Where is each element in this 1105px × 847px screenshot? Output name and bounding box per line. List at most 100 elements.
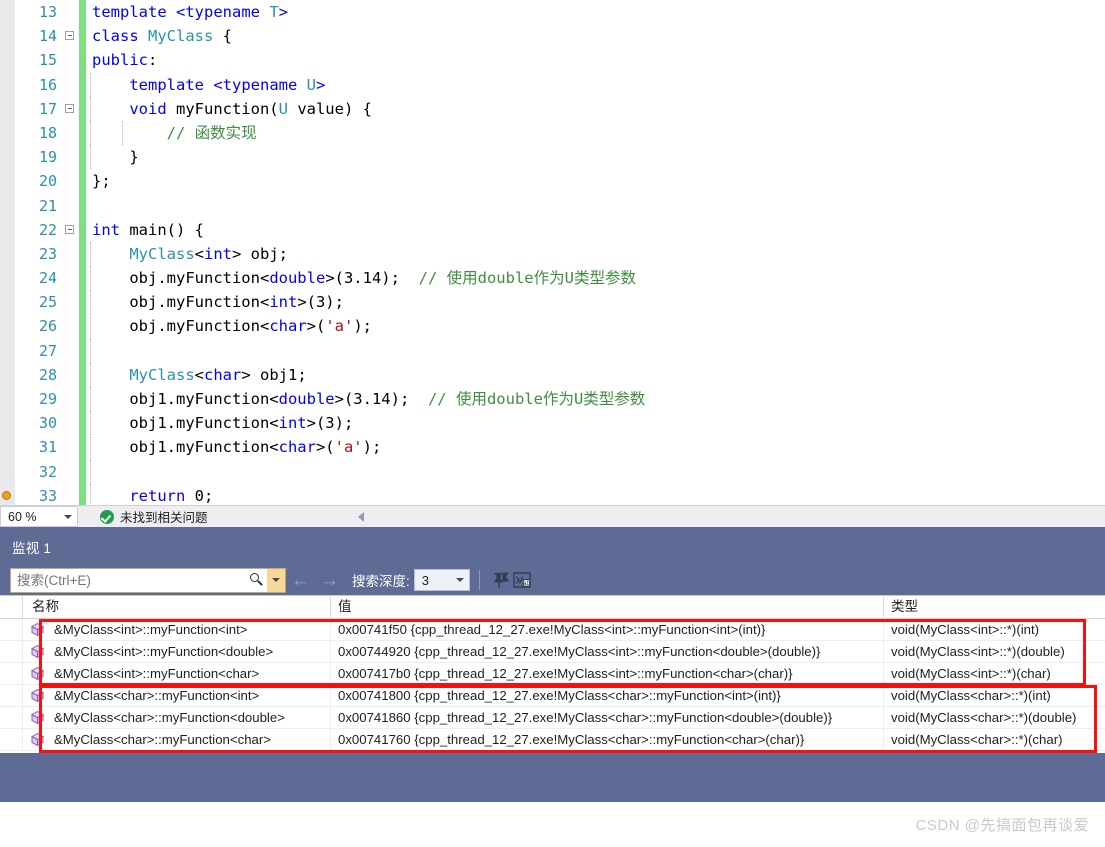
collapse-toggle-icon[interactable]: [65, 103, 74, 113]
code-line[interactable]: 13 template <typename T>: [0, 0, 1105, 25]
editor-margin[interactable]: [0, 338, 15, 363]
cell-name[interactable]: &MyClass<int>::myFunction<double>: [23, 641, 331, 662]
code-line[interactable]: 23 MyClass<int> obj;: [0, 241, 1105, 267]
search-icon[interactable]: [245, 569, 267, 592]
fold-column[interactable]: [63, 48, 79, 73]
editor-margin[interactable]: [0, 290, 15, 315]
editor-margin[interactable]: [0, 120, 15, 146]
code-line[interactable]: 19 }: [0, 145, 1105, 170]
column-header-name[interactable]: 名称: [23, 596, 331, 618]
cell-name[interactable]: &MyClass<int>::myFunction<int>: [23, 619, 331, 640]
code-line[interactable]: 30 obj1.myFunction<int>(3);: [0, 411, 1105, 436]
fold-column[interactable]: [63, 72, 79, 97]
fold-column[interactable]: [63, 193, 79, 218]
code-line[interactable]: 27: [0, 338, 1105, 363]
cell-value[interactable]: 0x00741f50 {cpp_thread_12_27.exe!MyClass…: [331, 619, 884, 640]
fold-column[interactable]: [63, 145, 79, 170]
fold-column[interactable]: [63, 435, 79, 460]
cell-value[interactable]: 0x00741760 {cpp_thread_12_27.exe!MyClass…: [331, 729, 884, 750]
table-row[interactable]: &MyClass<int>::myFunction<int> 0x00741f50…: [0, 619, 1105, 641]
editor-margin[interactable]: [0, 217, 15, 242]
code-line[interactable]: 20};: [0, 169, 1105, 194]
fold-column[interactable]: [63, 338, 79, 363]
zoom-level-dropdown[interactable]: 60 %: [0, 506, 78, 527]
search-previous-button[interactable]: ←: [286, 571, 315, 590]
table-row[interactable]: &MyClass<char>::myFunction<char> 0x007417…: [0, 729, 1105, 751]
search-next-button[interactable]: →: [315, 571, 344, 590]
cell-name[interactable]: &MyClass<int>::myFunction<char>: [23, 663, 331, 684]
collapse-toggle-icon[interactable]: [65, 224, 74, 234]
table-row[interactable]: &MyClass<int>::myFunction<double> 0x00744…: [0, 641, 1105, 663]
code-line[interactable]: 33 return 0;: [0, 483, 1105, 505]
collapse-toggle-icon[interactable]: [65, 31, 74, 41]
editor-margin[interactable]: [0, 48, 15, 73]
fold-column[interactable]: [63, 96, 79, 121]
search-input[interactable]: [11, 571, 245, 589]
fold-column[interactable]: [63, 290, 79, 315]
table-row[interactable]: &MyClass<char>::myFunction<int> 0x0074180…: [0, 685, 1105, 707]
cell-value[interactable]: 0x00741800 {cpp_thread_12_27.exe!MyClass…: [331, 685, 884, 706]
hex-display-icon[interactable]: ab: [511, 569, 533, 591]
code-line[interactable]: 14 class MyClass {: [0, 24, 1105, 49]
cell-value[interactable]: 0x00741860 {cpp_thread_12_27.exe!MyClass…: [331, 707, 884, 728]
code-editor[interactable]: 13 template <typename T> 14 class MyClass {…: [0, 0, 1105, 505]
code-line[interactable]: 18 // 函数实现: [0, 120, 1105, 146]
cell-name[interactable]: &MyClass<char>::myFunction<double>: [23, 707, 331, 728]
editor-margin[interactable]: [0, 72, 15, 97]
fold-column[interactable]: [63, 0, 79, 25]
collapse-left-arrow-icon[interactable]: [357, 511, 364, 522]
fold-column[interactable]: [63, 314, 79, 339]
code-line[interactable]: 17 void myFunction(U value) {: [0, 96, 1105, 121]
editor-margin[interactable]: [0, 411, 15, 436]
code-line[interactable]: 32: [0, 459, 1105, 484]
fold-column[interactable]: [63, 483, 79, 505]
code-line[interactable]: 21: [0, 193, 1105, 218]
editor-margin[interactable]: [0, 314, 15, 339]
table-row[interactable]: &MyClass<char>::myFunction<double> 0x0074…: [0, 707, 1105, 729]
editor-margin[interactable]: [0, 24, 15, 49]
fold-column[interactable]: [63, 241, 79, 267]
cell-value[interactable]: 0x00744920 {cpp_thread_12_27.exe!MyClass…: [331, 641, 884, 662]
code-line[interactable]: 29 obj1.myFunction<double>(3.14); // 使用d…: [0, 387, 1105, 412]
search-depth-dropdown[interactable]: 3: [413, 569, 470, 591]
code-line[interactable]: 25 obj.myFunction<int>(3);: [0, 290, 1105, 315]
search-options-dropdown[interactable]: [267, 568, 285, 592]
code-line[interactable]: 16 template <typename U>: [0, 72, 1105, 97]
code-line[interactable]: 24 obj.myFunction<double>(3.14); // 使用do…: [0, 266, 1105, 291]
table-row[interactable]: &MyClass<int>::myFunction<char> 0x007417b…: [0, 663, 1105, 685]
search-box[interactable]: [10, 567, 286, 593]
editor-margin[interactable]: [0, 362, 15, 387]
cell-value[interactable]: 0x007417b0 {cpp_thread_12_27.exe!MyClass…: [331, 663, 884, 684]
fold-column[interactable]: [63, 217, 79, 242]
pin-filter-icon[interactable]: [489, 569, 511, 591]
fold-column[interactable]: [63, 411, 79, 436]
editor-margin[interactable]: [0, 483, 15, 505]
fold-column[interactable]: [63, 459, 79, 484]
fold-column[interactable]: [63, 387, 79, 412]
cell-name[interactable]: &MyClass<char>::myFunction<char>: [23, 729, 331, 750]
breakpoint-icon[interactable]: [2, 490, 11, 500]
editor-margin[interactable]: [0, 169, 15, 194]
fold-column[interactable]: [63, 362, 79, 387]
column-header-type[interactable]: 类型: [884, 596, 1105, 618]
cell-name[interactable]: &MyClass<char>::myFunction<int>: [23, 685, 331, 706]
code-line[interactable]: 31 obj1.myFunction<char>('a');: [0, 435, 1105, 460]
code-line[interactable]: 26 obj.myFunction<char>('a');: [0, 314, 1105, 339]
editor-margin[interactable]: [0, 266, 15, 291]
fold-column[interactable]: [63, 120, 79, 146]
fold-column[interactable]: [63, 169, 79, 194]
fold-column[interactable]: [63, 266, 79, 291]
editor-margin[interactable]: [0, 0, 15, 25]
code-line[interactable]: 22 int main() {: [0, 217, 1105, 242]
fold-column[interactable]: [63, 24, 79, 49]
editor-margin[interactable]: [0, 435, 15, 460]
editor-margin[interactable]: [0, 96, 15, 121]
editor-margin[interactable]: [0, 145, 15, 170]
code-line[interactable]: 15 public:: [0, 48, 1105, 73]
editor-margin[interactable]: [0, 459, 15, 484]
code-line[interactable]: 28 MyClass<char> obj1;: [0, 362, 1105, 387]
editor-margin[interactable]: [0, 193, 15, 218]
editor-margin[interactable]: [0, 241, 15, 267]
column-header-value[interactable]: 值: [331, 596, 884, 618]
editor-margin[interactable]: [0, 387, 15, 412]
